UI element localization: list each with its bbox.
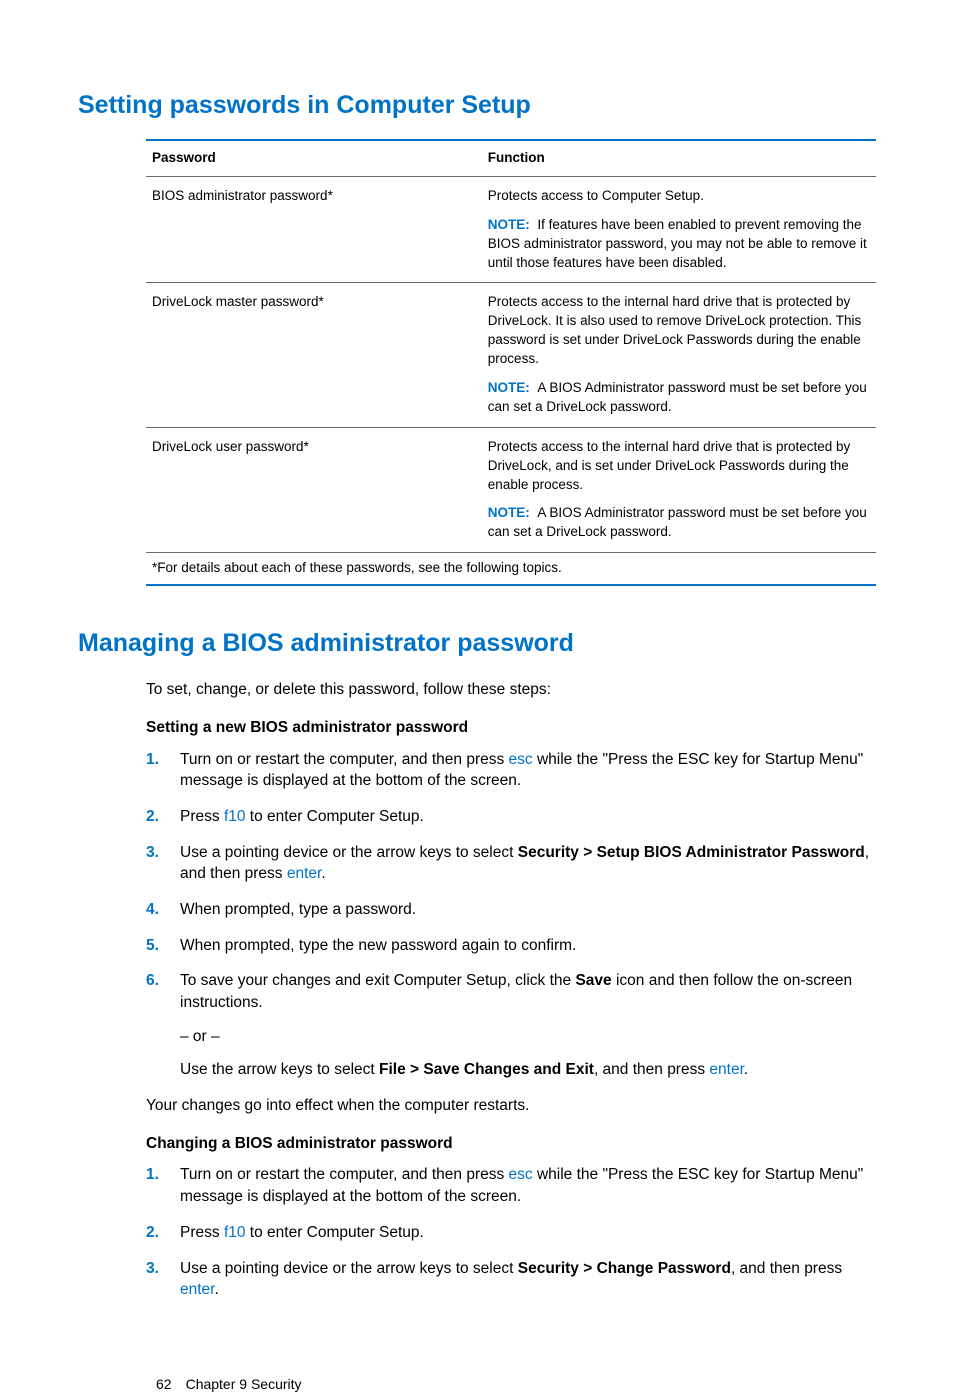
step-item: Use a pointing device or the arrow keys … <box>146 842 876 885</box>
step-item: Press f10 to enter Computer Setup. <box>146 806 876 828</box>
function-text: Protects access to Computer Setup. <box>488 187 870 206</box>
key-enter: enter <box>180 1281 214 1298</box>
key-f10: f10 <box>224 808 246 825</box>
step-text: Use a pointing device or the arrow keys … <box>180 844 518 861</box>
note-label: NOTE: <box>488 217 530 232</box>
password-function: Protects access to the internal hard dri… <box>482 283 876 427</box>
table-header-function: Function <box>482 141 876 176</box>
key-enter: enter <box>709 1061 743 1078</box>
note-block: NOTE: A BIOS Administrator password must… <box>488 379 870 417</box>
table-row: BIOS administrator password* Protects ac… <box>146 176 876 283</box>
note-block: NOTE: If features have been enabled to p… <box>488 216 870 273</box>
step-text: , and then press <box>594 1061 709 1078</box>
step-text: Press <box>180 808 224 825</box>
note-text: If features have been enabled to prevent… <box>488 217 867 270</box>
subheading-setting-new: Setting a new BIOS administrator passwor… <box>146 717 876 739</box>
page-footer: 62 Chapter 9 Security <box>156 1375 302 1394</box>
menu-path: Security > Setup BIOS Administrator Pass… <box>518 844 865 861</box>
step-text: to enter Computer Setup. <box>246 1224 424 1241</box>
step-item: Press f10 to enter Computer Setup. <box>146 1222 876 1244</box>
step-item: Turn on or restart the computer, and the… <box>146 1164 876 1207</box>
chapter-label: Chapter 9 Security <box>186 1376 302 1392</box>
menu-path: Security > Change Password <box>518 1260 731 1277</box>
note-block: NOTE: A BIOS Administrator password must… <box>488 504 870 542</box>
step-item: When prompted, type the new password aga… <box>146 935 876 957</box>
passwords-table: Password Function BIOS administrator pas… <box>146 139 876 586</box>
password-name: BIOS administrator password* <box>146 176 482 283</box>
note-label: NOTE: <box>488 505 530 520</box>
step-item: Turn on or restart the computer, and the… <box>146 749 876 792</box>
step-text: to enter Computer Setup. <box>246 808 424 825</box>
password-function: Protects access to Computer Setup. NOTE:… <box>482 176 876 283</box>
password-name: DriveLock user password* <box>146 427 482 552</box>
table-row: DriveLock master password* Protects acce… <box>146 283 876 427</box>
step-item: When prompted, type a password. <box>146 899 876 921</box>
step-alt: Use the arrow keys to select File > Save… <box>180 1059 876 1081</box>
step-text: To save your changes and exit Computer S… <box>180 972 575 989</box>
save-icon-ref: Save <box>575 972 611 989</box>
note-text: A BIOS Administrator password must be se… <box>488 505 867 539</box>
section-heading-managing-bios: Managing a BIOS administrator password <box>78 626 876 661</box>
key-f10: f10 <box>224 1224 246 1241</box>
function-text: Protects access to the internal hard dri… <box>488 438 870 495</box>
menu-path: File > Save Changes and Exit <box>379 1061 594 1078</box>
section-heading-setting-passwords: Setting passwords in Computer Setup <box>78 88 876 123</box>
page-number: 62 <box>156 1376 172 1392</box>
note-text: A BIOS Administrator password must be se… <box>488 380 867 414</box>
intro-text: To set, change, or delete this password,… <box>146 679 876 701</box>
step-text: Use a pointing device or the arrow keys … <box>180 1260 518 1277</box>
step-item: To save your changes and exit Computer S… <box>146 970 876 1081</box>
step-text: , and then press <box>731 1260 842 1277</box>
key-esc: esc <box>509 1166 533 1183</box>
step-item: Use a pointing device or the arrow keys … <box>146 1258 876 1301</box>
password-function: Protects access to the internal hard dri… <box>482 427 876 552</box>
after-text: Your changes go into effect when the com… <box>146 1095 876 1117</box>
function-text: Protects access to the internal hard dri… <box>488 293 870 369</box>
key-enter: enter <box>287 865 321 882</box>
table-header-password: Password <box>146 141 482 176</box>
table-row: DriveLock user password* Protects access… <box>146 427 876 552</box>
step-text: . <box>744 1061 748 1078</box>
step-text: . <box>321 865 325 882</box>
key-esc: esc <box>509 751 533 768</box>
steps-list-changing: Turn on or restart the computer, and the… <box>146 1164 876 1300</box>
step-text: Press <box>180 1224 224 1241</box>
or-separator: – or – <box>180 1026 876 1048</box>
step-text: . <box>214 1281 218 1298</box>
step-text: Turn on or restart the computer, and the… <box>180 1166 509 1183</box>
step-text: Use the arrow keys to select <box>180 1061 379 1078</box>
step-text: Turn on or restart the computer, and the… <box>180 751 509 768</box>
note-label: NOTE: <box>488 380 530 395</box>
table-footnote: *For details about each of these passwor… <box>146 553 876 584</box>
steps-list-setting: Turn on or restart the computer, and the… <box>146 749 876 1082</box>
password-name: DriveLock master password* <box>146 283 482 427</box>
table-footnote-row: *For details about each of these passwor… <box>146 553 876 584</box>
subheading-changing: Changing a BIOS administrator password <box>146 1133 876 1155</box>
